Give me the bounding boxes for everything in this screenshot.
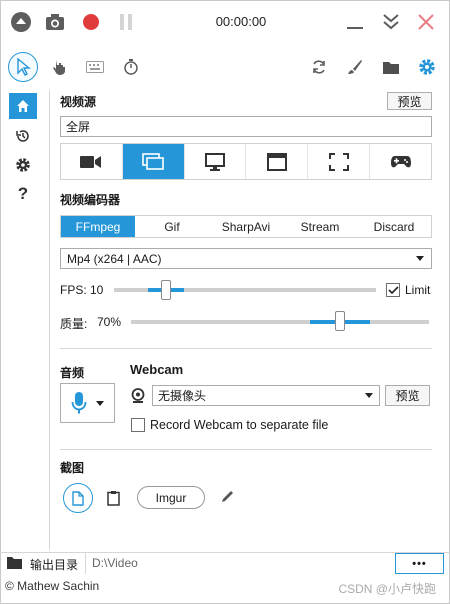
tab-sharpavi[interactable]: SharpAvi: [209, 216, 283, 237]
camera-icon[interactable]: [43, 10, 67, 34]
video-source-field[interactable]: 全屏: [60, 116, 432, 137]
help-icon: ?: [17, 184, 29, 203]
screenshot-file-button[interactable]: [63, 483, 93, 513]
monitor-icon: [205, 152, 226, 171]
microphone-icon: [71, 391, 87, 415]
screenshot-label: 截图: [60, 461, 85, 475]
imgur-button[interactable]: Imgur: [137, 486, 205, 509]
limit-label: Limit: [405, 283, 431, 297]
home-icon: [16, 99, 30, 113]
section-divider: [60, 449, 432, 450]
source-camera-button[interactable]: [61, 144, 123, 179]
output-bar: 输出目录 D:\Video •••: [0, 552, 450, 574]
clipboard-icon: [106, 490, 120, 506]
pause-icon[interactable]: [114, 10, 138, 34]
video-source-preview-button[interactable]: 预览: [387, 92, 432, 110]
minimize-circle-icon[interactable]: [9, 10, 33, 34]
audio-label: 音频: [60, 366, 85, 380]
author-credit: © Mathew Sachin: [5, 579, 100, 593]
audio-source-button[interactable]: [60, 383, 115, 423]
status-bar: © Mathew Sachin CSDN @小卢快跑: [0, 574, 450, 604]
source-gamepad-button[interactable]: [370, 144, 431, 179]
collapse-icon[interactable]: [379, 10, 403, 34]
check-icon: [387, 285, 399, 295]
source-monitor-button[interactable]: [185, 144, 247, 179]
section-divider: [60, 348, 432, 349]
sidebar-item-settings[interactable]: [9, 152, 37, 178]
folder-icon[interactable]: [376, 52, 406, 82]
stopwatch-icon[interactable]: [116, 52, 146, 82]
tab-gif[interactable]: Gif: [135, 216, 209, 237]
video-encoder-label: 视频编码器: [60, 193, 121, 207]
separate-file-label: Record Webcam to separate file: [150, 418, 329, 432]
tab-ffmpeg[interactable]: FFmpeg: [61, 216, 135, 237]
history-icon: [15, 128, 31, 144]
edit-button[interactable]: [220, 488, 238, 506]
webcam-select[interactable]: 无摄像头: [152, 385, 380, 406]
tab-discard[interactable]: Discard: [357, 216, 431, 237]
webcam-icon: [131, 388, 145, 404]
video-source-label: 视频源: [60, 95, 97, 109]
record-icon[interactable]: [79, 10, 103, 34]
screen-icon: [142, 152, 165, 171]
quality-slider-thumb[interactable]: [334, 311, 345, 331]
encoder-tabs: FFmpeg Gif SharpAvi Stream Discard: [60, 215, 432, 238]
quality-slider-track[interactable]: [131, 320, 429, 324]
camera-icon: [80, 155, 102, 169]
limit-checkbox[interactable]: [386, 283, 400, 297]
folder-icon[interactable]: [6, 556, 23, 570]
sidebar-item-history[interactable]: [9, 123, 37, 149]
quality-label: 质量:: [60, 317, 88, 331]
separate-file-checkbox[interactable]: [131, 418, 145, 432]
sidebar-divider: [49, 90, 50, 550]
output-more-button[interactable]: •••: [395, 553, 444, 574]
codec-select[interactable]: Mp4 (x264 | AAC): [60, 248, 432, 269]
gear-icon[interactable]: [412, 52, 442, 82]
watermark: CSDN @小卢快跑: [338, 582, 436, 596]
gamepad-icon: [390, 155, 412, 169]
clipboard-button[interactable]: [104, 489, 122, 507]
recording-timer: 00:00:00: [215, 14, 267, 29]
hand-icon[interactable]: [45, 52, 75, 82]
refresh-icon[interactable]: [304, 52, 334, 82]
minimize-icon[interactable]: [343, 10, 367, 34]
fps-slider-thumb[interactable]: [161, 280, 172, 300]
webcam-preview-button[interactable]: 预览: [385, 385, 430, 406]
source-window-button[interactable]: [246, 144, 309, 179]
webcam-label: Webcam: [130, 362, 184, 377]
brush-icon[interactable]: [340, 52, 370, 82]
webcam-select-value: 无摄像头: [158, 389, 207, 403]
cursor-icon[interactable]: [8, 52, 38, 82]
source-region-button[interactable]: [308, 144, 371, 179]
file-icon: [72, 490, 84, 506]
keyboard-icon[interactable]: [80, 52, 110, 82]
window-frame: [0, 0, 450, 604]
output-path[interactable]: D:\Video: [92, 556, 138, 570]
fps-label: FPS:: [60, 283, 87, 297]
source-screen-button[interactable]: [122, 144, 185, 179]
settings-icon: [15, 157, 31, 173]
tab-stream[interactable]: Stream: [283, 216, 357, 237]
sidebar-item-help[interactable]: ?: [9, 181, 37, 207]
close-icon[interactable]: [414, 10, 438, 34]
sidebar-item-home[interactable]: [9, 93, 37, 119]
pencil-icon: [220, 488, 238, 504]
output-folder-label: 输出目录: [30, 558, 79, 572]
video-source-selector: [60, 143, 432, 180]
chevron-down-icon: [365, 393, 373, 398]
codec-select-value: Mp4 (x264 | AAC): [67, 251, 162, 266]
fps-value: 10: [90, 283, 104, 297]
quality-value: 70%: [97, 315, 122, 329]
window-icon: [266, 152, 287, 171]
chevron-down-icon: [416, 256, 424, 261]
title-bar: 00:00:00: [0, 0, 450, 46]
output-divider: [85, 553, 86, 574]
region-icon: [328, 152, 349, 171]
chevron-down-icon: [96, 400, 104, 406]
